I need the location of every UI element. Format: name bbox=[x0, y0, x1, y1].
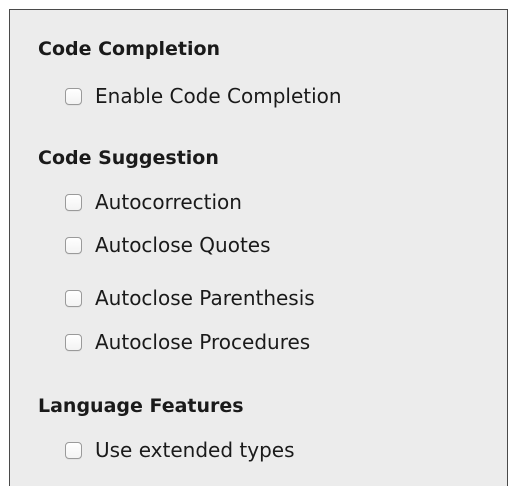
option-autoclose-parenthesis[interactable]: Autoclose Parenthesis bbox=[65, 285, 315, 311]
option-label: Autocorrection bbox=[95, 190, 242, 214]
autoclose-quotes-checkbox[interactable] bbox=[65, 236, 82, 254]
option-autoclose-quotes[interactable]: Autoclose Quotes bbox=[65, 232, 271, 258]
enable-code-completion-checkbox[interactable] bbox=[65, 87, 82, 105]
section-heading-code-completion: Code Completion bbox=[38, 38, 221, 60]
preferences-panel: Code Completion Enable Code Completion C… bbox=[9, 9, 508, 486]
autoclose-parenthesis-checkbox[interactable] bbox=[65, 289, 82, 307]
section-heading-language-features: Language Features bbox=[38, 395, 244, 417]
autocorrection-checkbox[interactable] bbox=[65, 193, 82, 211]
option-autoclose-procedures[interactable]: Autoclose Procedures bbox=[65, 329, 310, 355]
option-enable-code-completion[interactable]: Enable Code Completion bbox=[65, 83, 342, 109]
option-label: Use extended types bbox=[95, 438, 295, 462]
option-label: Autoclose Parenthesis bbox=[95, 286, 315, 310]
autoclose-procedures-checkbox[interactable] bbox=[65, 333, 82, 351]
option-autocorrection[interactable]: Autocorrection bbox=[65, 189, 242, 215]
use-extended-types-checkbox[interactable] bbox=[65, 441, 82, 459]
option-use-extended-types[interactable]: Use extended types bbox=[65, 437, 294, 463]
option-label: Autoclose Procedures bbox=[95, 330, 311, 354]
option-label: Autoclose Quotes bbox=[95, 233, 271, 257]
section-heading-code-suggestion: Code Suggestion bbox=[38, 147, 219, 169]
option-label: Enable Code Completion bbox=[95, 84, 342, 108]
